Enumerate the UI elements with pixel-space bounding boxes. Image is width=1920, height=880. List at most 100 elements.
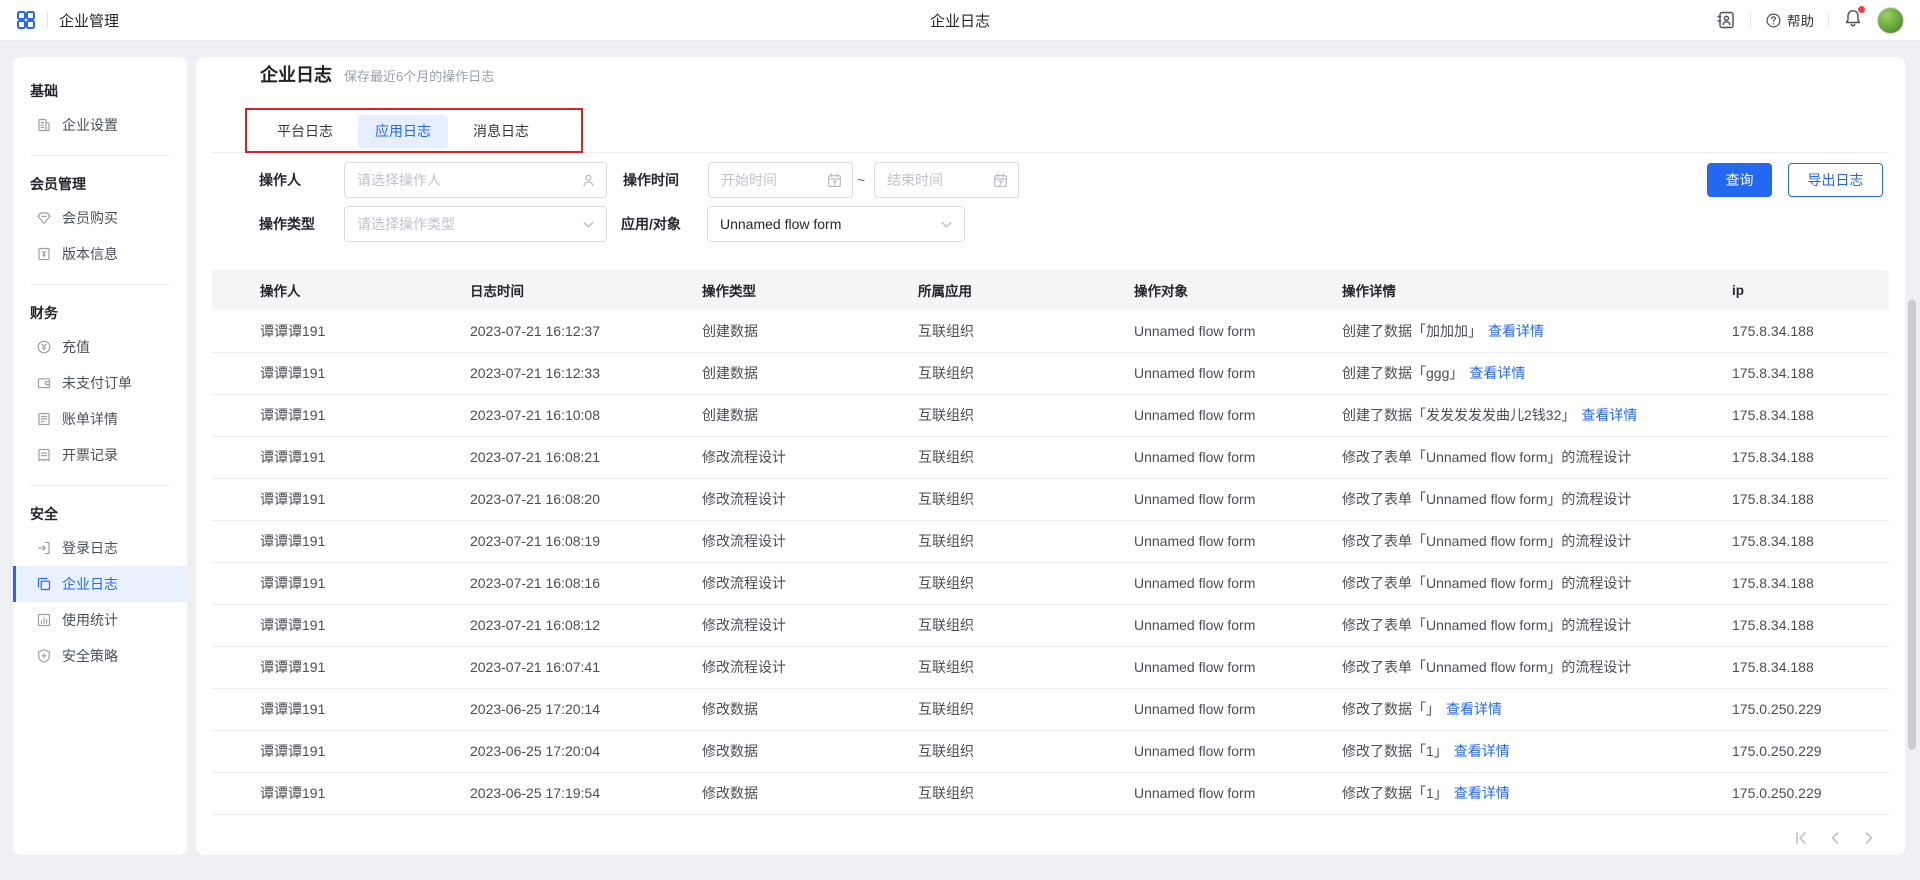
cell-time: 2023-07-21 16:07:41 bbox=[454, 646, 686, 688]
table-row: 谭谭谭1912023-07-21 16:12:33创建数据互联组织Unnamed… bbox=[212, 352, 1889, 394]
cell-app: 互联组织 bbox=[902, 688, 1118, 730]
sidebar-item-unpaid-orders[interactable]: 未支付订单 bbox=[13, 365, 187, 401]
pagination bbox=[1791, 828, 1879, 848]
sidebar: 基础 企业设置 会员管理 会员购买 版本信息 财务 充值 bbox=[13, 57, 187, 855]
notifications-button[interactable] bbox=[1843, 8, 1863, 33]
view-details-link[interactable]: 查看详情 bbox=[1454, 743, 1510, 759]
invoice-icon bbox=[36, 447, 52, 463]
sidebar-item-invoice-records[interactable]: 开票记录 bbox=[13, 437, 187, 473]
cell-app: 互联组织 bbox=[902, 436, 1118, 478]
cell-type: 修改流程设计 bbox=[686, 478, 902, 520]
cell-app: 互联组织 bbox=[902, 478, 1118, 520]
first-page-icon[interactable] bbox=[1791, 828, 1811, 848]
target-select[interactable]: Unnamed flow form bbox=[707, 206, 965, 242]
view-details-link[interactable]: 查看详情 bbox=[1581, 407, 1637, 423]
sidebar-item-login-logs[interactable]: 登录日志 bbox=[13, 530, 187, 566]
cell-time: 2023-07-21 16:12:37 bbox=[454, 310, 686, 352]
sidebar-item-usage-statistics[interactable]: 使用统计 bbox=[13, 602, 187, 638]
cell-ip: 175.8.34.188 bbox=[1716, 394, 1889, 436]
view-details-link[interactable]: 查看详情 bbox=[1454, 785, 1510, 801]
help-button[interactable]: 帮助 bbox=[1765, 10, 1814, 30]
cell-ip: 175.8.34.188 bbox=[1716, 646, 1889, 688]
topbar: 企业日志 企业管理 帮助 bbox=[0, 0, 1920, 41]
next-page-icon[interactable] bbox=[1859, 828, 1879, 848]
prev-page-icon[interactable] bbox=[1825, 828, 1845, 848]
col-operation-detail: 操作详情 bbox=[1326, 270, 1716, 310]
detail-text: 修改了数据「1」 bbox=[1342, 785, 1448, 801]
export-logs-button[interactable]: 导出日志 bbox=[1788, 163, 1883, 197]
operator-input-wrap bbox=[344, 162, 607, 198]
login-icon bbox=[36, 540, 52, 556]
cell-time: 2023-07-21 16:10:08 bbox=[454, 394, 686, 436]
col-ip: ip bbox=[1716, 270, 1889, 310]
tab-message-logs[interactable]: 消息日志 bbox=[456, 115, 546, 148]
table-row: 谭谭谭1912023-07-21 16:08:21修改流程设计互联组织Unnam… bbox=[212, 436, 1889, 478]
app-grid-icon[interactable] bbox=[16, 10, 36, 30]
cell-object: Unnamed flow form bbox=[1118, 436, 1326, 478]
cell-time: 2023-06-25 17:19:54 bbox=[454, 772, 686, 814]
app-name: 企业管理 bbox=[59, 10, 119, 31]
sidebar-item-enterprise-settings[interactable]: 企业设置 bbox=[13, 107, 187, 143]
type-select[interactable] bbox=[344, 206, 607, 242]
tab-application-logs[interactable]: 应用日志 bbox=[358, 115, 448, 148]
cell-detail: 修改了数据「1」查看详情 bbox=[1326, 730, 1716, 772]
cell-type: 修改流程设计 bbox=[686, 604, 902, 646]
cell-app: 互联组织 bbox=[902, 310, 1118, 352]
sidebar-item-version-info[interactable]: 版本信息 bbox=[13, 236, 187, 272]
sidebar-item-label: 登录日志 bbox=[62, 538, 118, 558]
cell-type: 创建数据 bbox=[686, 394, 902, 436]
log-table-body: 谭谭谭1912023-07-21 16:12:37创建数据互联组织Unnamed… bbox=[212, 310, 1889, 814]
page-title: 企业日志 bbox=[260, 61, 332, 87]
detail-text: 修改了表单「Unnamed flow form」的流程设计 bbox=[1342, 659, 1631, 675]
view-details-link[interactable]: 查看详情 bbox=[1446, 701, 1502, 717]
sidebar-item-bill-details[interactable]: 账单详情 bbox=[13, 401, 187, 437]
type-select-input[interactable] bbox=[345, 207, 606, 241]
cell-detail: 修改了表单「Unnamed flow form」的流程设计 bbox=[1326, 520, 1716, 562]
type-label: 操作类型 bbox=[259, 206, 315, 242]
cell-time: 2023-06-25 17:20:04 bbox=[454, 730, 686, 772]
cell-detail: 修改了表单「Unnamed flow form」的流程设计 bbox=[1326, 478, 1716, 520]
bill-icon bbox=[36, 411, 52, 427]
cell-object: Unnamed flow form bbox=[1118, 688, 1326, 730]
detail-text: 修改了表单「Unnamed flow form」的流程设计 bbox=[1342, 575, 1631, 591]
time-label: 操作时间 bbox=[623, 162, 679, 198]
cell-time: 2023-07-21 16:08:20 bbox=[454, 478, 686, 520]
topbar-divider bbox=[47, 12, 48, 28]
wallet-icon bbox=[36, 375, 52, 391]
tab-platform-logs[interactable]: 平台日志 bbox=[260, 115, 350, 148]
table-row: 谭谭谭1912023-07-21 16:08:16修改流程设计互联组织Unnam… bbox=[212, 562, 1889, 604]
contact-book-icon[interactable] bbox=[1716, 10, 1736, 30]
col-operation-type: 操作类型 bbox=[686, 270, 902, 310]
col-log-time: 日志时间 bbox=[454, 270, 686, 310]
avatar[interactable] bbox=[1877, 7, 1904, 34]
sidebar-divider bbox=[30, 155, 170, 156]
end-time-input[interactable] bbox=[875, 163, 1018, 197]
sidebar-item-member-purchase[interactable]: 会员购买 bbox=[13, 200, 187, 236]
sidebar-item-recharge[interactable]: 充值 bbox=[13, 329, 187, 365]
sidebar-item-security-policy[interactable]: 安全策略 bbox=[13, 638, 187, 674]
cell-time: 2023-07-21 16:08:21 bbox=[454, 436, 686, 478]
start-time-input[interactable] bbox=[709, 163, 852, 197]
sidebar-section-security: 安全 bbox=[13, 504, 187, 530]
cell-operator: 谭谭谭191 bbox=[212, 478, 454, 520]
cell-type: 修改流程设计 bbox=[686, 562, 902, 604]
cell-ip: 175.8.34.188 bbox=[1716, 478, 1889, 520]
cell-object: Unnamed flow form bbox=[1118, 310, 1326, 352]
table-header-row: 操作人 日志时间 操作类型 所属应用 操作对象 操作详情 ip bbox=[212, 270, 1889, 310]
cell-detail: 创建了数据「ggg」查看详情 bbox=[1326, 352, 1716, 394]
cell-operator: 谭谭谭191 bbox=[212, 310, 454, 352]
detail-text: 修改了表单「Unnamed flow form」的流程设计 bbox=[1342, 617, 1631, 633]
cell-type: 修改流程设计 bbox=[686, 520, 902, 562]
log-table: 操作人 日志时间 操作类型 所属应用 操作对象 操作详情 ip 谭谭谭19120… bbox=[212, 270, 1889, 815]
operator-input[interactable] bbox=[345, 163, 606, 197]
cell-type: 创建数据 bbox=[686, 352, 902, 394]
topbar-center-title: 企业日志 bbox=[0, 10, 1920, 31]
view-details-link[interactable]: 查看详情 bbox=[1488, 323, 1544, 339]
sidebar-item-enterprise-logs[interactable]: 企业日志 bbox=[13, 566, 187, 602]
view-details-link[interactable]: 查看详情 bbox=[1469, 365, 1525, 381]
window-scrollbar[interactable] bbox=[1908, 300, 1916, 750]
cell-detail: 创建了数据「发发发发发曲儿2钱32」查看详情 bbox=[1326, 394, 1716, 436]
cell-object: Unnamed flow form bbox=[1118, 478, 1326, 520]
query-button[interactable]: 查询 bbox=[1707, 163, 1772, 197]
operator-label: 操作人 bbox=[259, 162, 301, 198]
